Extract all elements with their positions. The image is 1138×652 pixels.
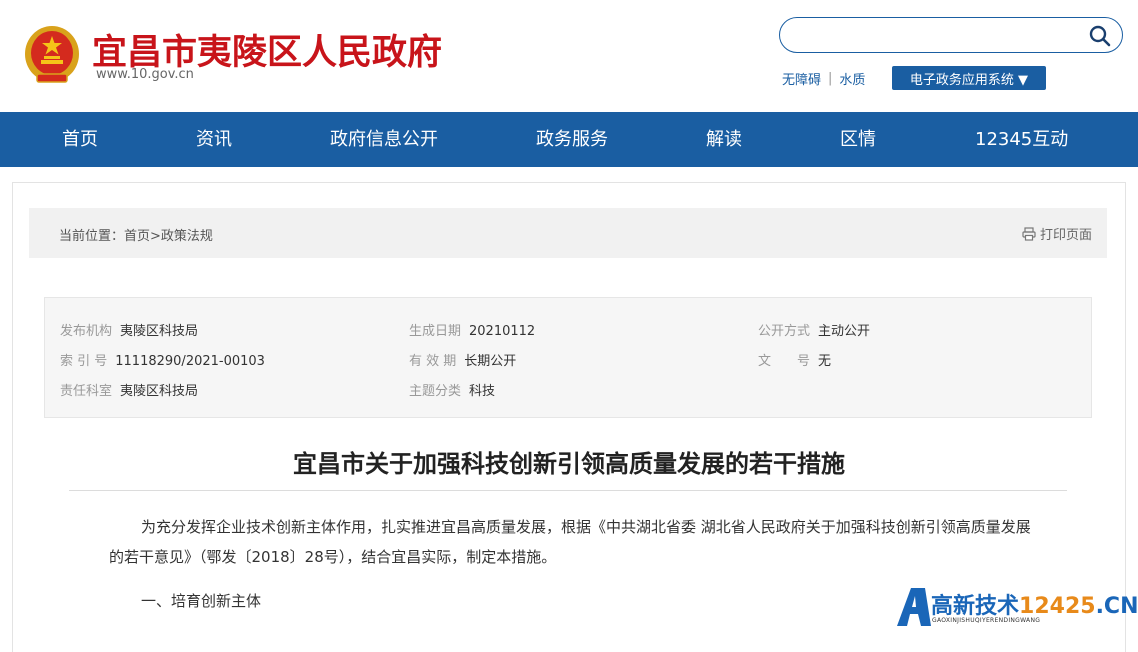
meta-date: 生成日期 20210112 [409, 320, 535, 339]
accessibility-link[interactable]: 无障碍 [782, 69, 821, 88]
meta-value: 科技 [469, 384, 496, 399]
meta-key: 责任科室 [60, 384, 113, 399]
meta-value: 无 [818, 354, 832, 369]
watermark: 高新技术12425.CN GAOXINJISHUQIYERENDINGWANG [895, 584, 1138, 632]
meta-key: 文 号 [758, 354, 811, 369]
nav-item-home[interactable]: 首页 [62, 112, 98, 167]
meta-value: 长期公开 [464, 354, 517, 369]
meta-key: 索 引 号 [60, 354, 108, 369]
document-metadata: 发布机构 夷陵区科技局 生成日期 20210112 公开方式 主动公开 索 引 号 11… [44, 297, 1092, 418]
site-url: www.10.gov.cn [96, 67, 194, 82]
meta-topic: 主题分类 科技 [409, 380, 495, 399]
meta-key: 发布机构 [60, 324, 113, 339]
meta-open-mode: 公开方式 主动公开 [758, 320, 870, 339]
meta-value: 夷陵区科技局 [120, 324, 199, 339]
top-links: 无障碍 | 水质 [782, 66, 865, 90]
meta-key: 主题分类 [409, 384, 462, 399]
nav-item-district-info[interactable]: 区情 [840, 112, 876, 167]
nav-item-gov-info[interactable]: 政府信息公开 [330, 112, 438, 167]
watermark-text: 高新技术12425.CN [931, 588, 1138, 620]
section-heading: 一、培育创新主体 [141, 592, 262, 610]
article-title: 宜昌市关于加强科技创新引领高质量发展的若干措施 [293, 450, 845, 478]
main-nav: 首页 资讯 政府信息公开 政务服务 解读 区情 12345互动 [0, 112, 1138, 167]
article-intro-paragraph: 为充分发挥企业技术创新主体作用，扎实推进宜昌高质量发展，根据《中共湖北省委 湖北… [109, 518, 1031, 566]
meta-doc-number: 文 号无 [758, 350, 831, 369]
meta-index: 索 引 号 11118290/2021-00103 [60, 350, 265, 369]
meta-validity: 有 效 期长期公开 [409, 350, 516, 369]
e-gov-system-button[interactable]: 电子政务应用系统 ▼ [892, 66, 1046, 90]
meta-publisher: 发布机构 夷陵区科技局 [60, 320, 198, 339]
nav-item-services[interactable]: 政务服务 [536, 112, 608, 167]
print-label: 打印页面 [1039, 228, 1092, 243]
breadcrumb-text[interactable]: 当前位置：首页>政策法规 [59, 225, 213, 244]
breadcrumb: 当前位置：首页>政策法规 打印页面 [29, 208, 1107, 258]
watermark-subtext: GAOXINJISHUQIYERENDINGWANG [932, 617, 1041, 624]
watermark-number: 12425 [1019, 594, 1096, 619]
water-quality-link[interactable]: 水质 [839, 69, 865, 88]
search-input[interactable] [796, 24, 1086, 46]
watermark-logo-icon [897, 588, 931, 626]
print-button[interactable]: 打印页面 [1022, 224, 1092, 243]
meta-value: 20210112 [469, 324, 536, 339]
watermark-name: 高新技术 [931, 594, 1020, 619]
printer-icon [1022, 226, 1036, 241]
nav-item-12345[interactable]: 12345互动 [975, 112, 1068, 167]
meta-value: 11118290/2021-00103 [115, 354, 265, 369]
title-divider [69, 490, 1067, 491]
search-icon[interactable] [1088, 24, 1112, 48]
meta-key: 有 效 期 [409, 354, 457, 369]
site-header: 宜昌市夷陵区人民政府 www.10.gov.cn 无障碍 | 水质 电子政务应用… [0, 0, 1138, 112]
nav-item-interpretation[interactable]: 解读 [706, 112, 742, 167]
nav-item-news[interactable]: 资讯 [196, 112, 232, 167]
meta-key: 生成日期 [409, 324, 462, 339]
meta-value: 主动公开 [818, 324, 871, 339]
watermark-suffix: .CN [1095, 594, 1138, 619]
meta-value: 夷陵区科技局 [120, 384, 199, 399]
search-box [779, 17, 1123, 53]
link-separator: | [828, 70, 833, 86]
meta-responsible: 责任科室 夷陵区科技局 [60, 380, 198, 399]
national-emblem-icon [25, 26, 79, 83]
meta-key: 公开方式 [758, 324, 811, 339]
